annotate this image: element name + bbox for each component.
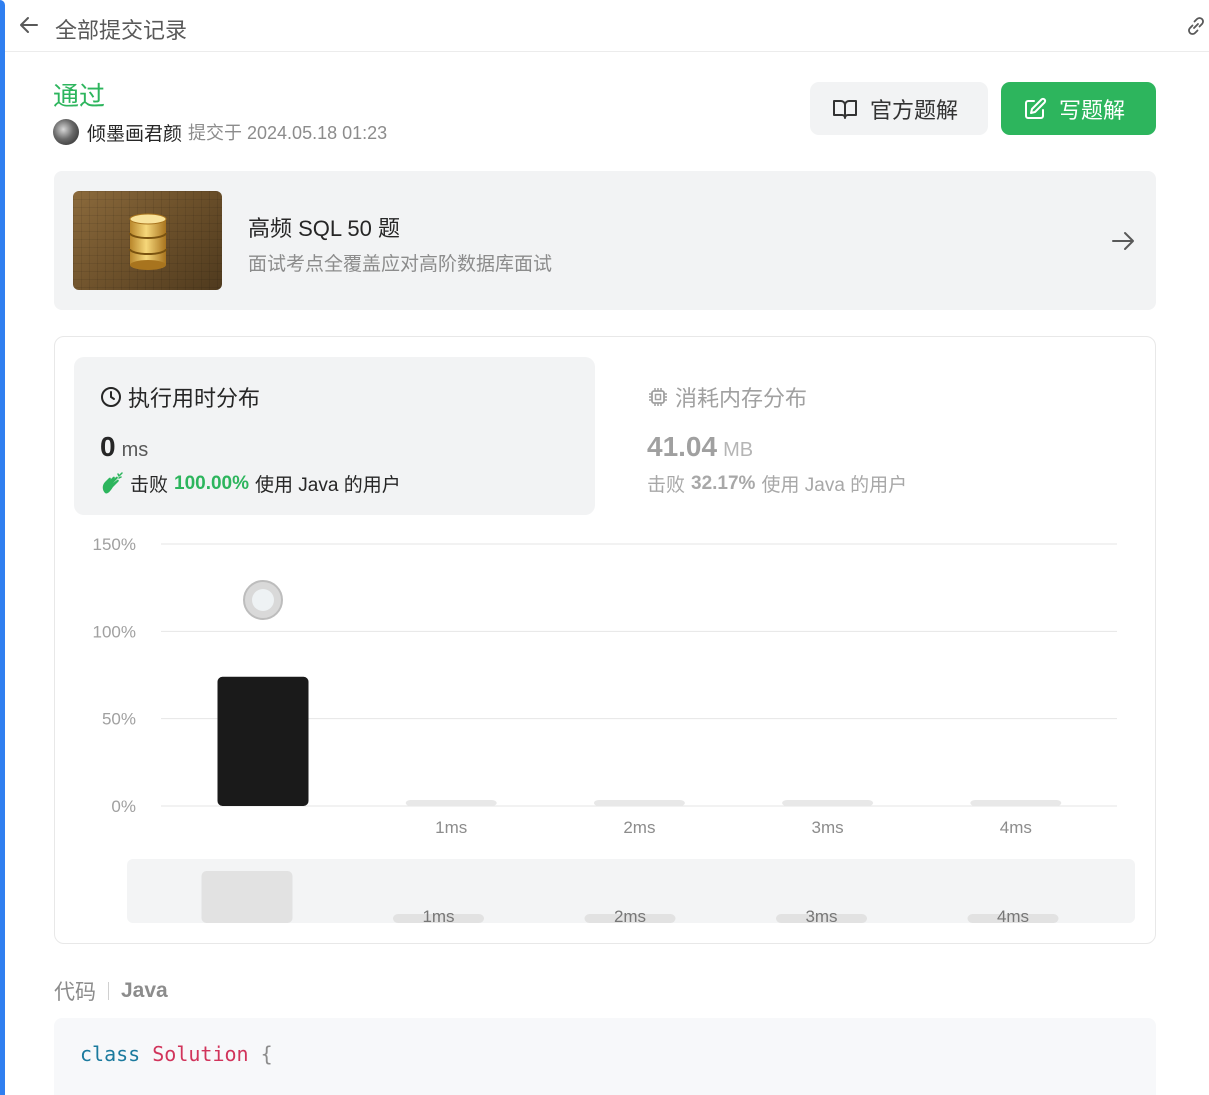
x-tick-label: 2ms	[623, 818, 655, 837]
arrow-left-icon[interactable]	[17, 13, 41, 37]
runtime-unit: ms	[121, 439, 149, 461]
official-solution-button[interactable]: 官方题解	[810, 82, 988, 135]
submission-detail-panel: 全部提交记录 通过 倾墨画君颜 提交于 2024.05.18 01:23 官方题…	[5, 0, 1209, 1095]
author-name[interactable]: 倾墨画君颜	[87, 119, 182, 146]
runtime-value: 0	[100, 431, 116, 462]
memory-beat-suffix: 使用 Java 的用户	[761, 475, 908, 496]
slider-tick-label: 1ms	[422, 907, 454, 926]
y-tick-label: 100%	[93, 622, 136, 641]
study-plan-title: 高频 SQL 50 题	[248, 216, 401, 241]
runtime-beat-percent: 100.00%	[174, 472, 250, 494]
memory-value: 41.04	[647, 431, 718, 462]
submitted-time: 提交于 2024.05.18 01:23	[188, 123, 388, 143]
memory-title: 消耗内存分布	[675, 386, 808, 411]
study-plan-thumbnail	[73, 191, 222, 290]
slider-tick-label: 4ms	[997, 907, 1029, 926]
memory-value-row: 41.04 MB	[647, 431, 753, 463]
memory-beat-percent: 32.17%	[691, 472, 756, 494]
study-plan-description: 面试考点全覆盖应对高阶数据库面试	[248, 254, 553, 275]
runtime-stat-card[interactable]: 执行用时分布 0 ms 击败 100.00% 使用 Java 的用户	[74, 357, 595, 515]
official-solution-label: 官方题解	[870, 97, 959, 123]
write-solution-label: 写题解	[1059, 97, 1126, 123]
runtime-heading: 执行用时分布	[100, 381, 260, 413]
memory-stat-card[interactable]: 消耗内存分布 41.04 MB 击败 32.17% 使用 Java 的用户	[621, 357, 1091, 515]
y-tick-label: 150%	[93, 535, 136, 554]
memory-unit: MB	[723, 439, 754, 461]
x-tick-label: 3ms	[812, 818, 844, 837]
top-bar: 全部提交记录	[5, 0, 1209, 52]
code-language: Java	[121, 979, 168, 1002]
slider-tick-label: 3ms	[805, 907, 837, 926]
chart-bar[interactable]	[782, 800, 874, 806]
runtime-value-row: 0 ms	[100, 431, 148, 463]
runtime-distribution-chart: 0% 50% 100% 150% 1ms 2ms 3ms 4ms 1ms 2ms 3ms 4ms	[93, 535, 1135, 926]
slider-bar	[201, 871, 293, 923]
runtime-title: 执行用时分布	[128, 386, 261, 411]
memory-heading: 消耗内存分布	[647, 381, 807, 413]
code-block[interactable]: class Solution {	[54, 1018, 1156, 1095]
chip-icon	[649, 388, 667, 406]
arrow-right-icon	[1112, 232, 1134, 250]
memory-beat-row: 击败 32.17% 使用 Java 的用户	[647, 470, 907, 497]
edit-icon	[1025, 97, 1047, 119]
book-open-icon	[833, 99, 857, 119]
code-separator	[108, 982, 109, 1000]
chart-bar[interactable]	[970, 800, 1062, 806]
chart-bar[interactable]	[405, 800, 497, 806]
stats-panel: 执行用时分布 0 ms 击败 100.00% 使用 Java 的用户 消耗内存分…	[54, 336, 1156, 944]
link-icon[interactable]	[1183, 13, 1209, 39]
submission-status: 通过	[53, 81, 106, 111]
slider-tick-label: 2ms	[614, 907, 646, 926]
author-row: 倾墨画君颜 提交于 2024.05.18 01:23	[53, 119, 387, 145]
user-position-avatar-inner	[252, 589, 274, 611]
x-tick-label: 1ms	[435, 818, 467, 837]
runtime-beat-row: 击败 100.00% 使用 Java 的用户	[100, 470, 401, 497]
page-title: 全部提交记录	[55, 18, 188, 43]
study-plan-card[interactable]: 高频 SQL 50 题 面试考点全覆盖应对高阶数据库面试	[54, 171, 1156, 310]
clock-icon	[101, 387, 121, 407]
chart-bar[interactable]	[593, 800, 685, 806]
code-header: 代码 Java	[54, 976, 168, 1006]
code-label: 代码	[54, 981, 96, 1004]
runtime-beat-suffix: 使用 Java 的用户	[255, 475, 401, 496]
runtime-beat-prefix: 击败	[130, 475, 169, 496]
database-icon	[129, 213, 167, 270]
memory-beat-prefix: 击败	[647, 475, 686, 496]
chart-bar[interactable]	[217, 676, 309, 806]
y-tick-label: 50%	[102, 710, 136, 729]
code-line: class Solution {	[80, 1042, 273, 1066]
clapping-hands-icon	[102, 471, 123, 493]
code-brace: {	[260, 1042, 273, 1066]
x-tick-label: 4ms	[1000, 818, 1032, 837]
code-class-name: Solution	[152, 1042, 249, 1066]
write-solution-button[interactable]: 写题解	[1001, 82, 1156, 135]
y-tick-label: 0%	[111, 797, 136, 816]
avatar[interactable]	[53, 119, 79, 145]
code-keyword: class	[80, 1042, 141, 1066]
